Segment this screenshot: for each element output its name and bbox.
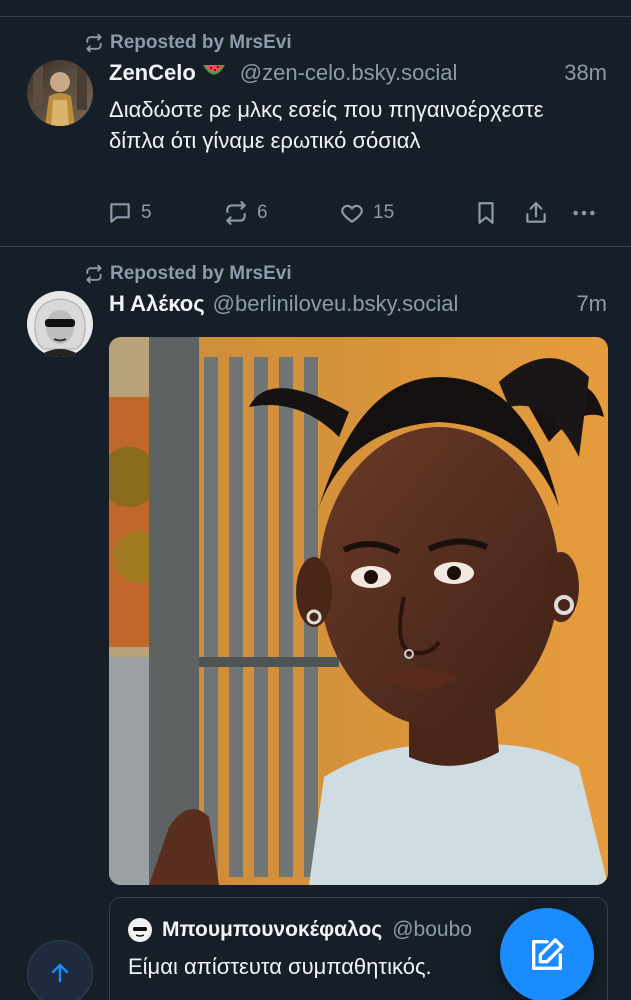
- like-button[interactable]: 15: [339, 199, 394, 227]
- share-button[interactable]: [523, 199, 549, 227]
- divider: [0, 16, 631, 17]
- feed-page: Reposted by MrsEvi ZenCelo @zen-celo.bsk…: [0, 0, 631, 1000]
- reply-button[interactable]: 5: [107, 199, 152, 227]
- quote-header: Μπουμπουνοκέφαλος @boubo: [128, 918, 472, 942]
- avatar[interactable]: [27, 291, 93, 357]
- repost-button[interactable]: 6: [223, 199, 268, 227]
- heart-icon: [341, 204, 363, 223]
- more-icon: [573, 210, 595, 216]
- reply-icon: [110, 203, 130, 223]
- repost-indicator[interactable]: Reposted by MrsEvi: [84, 31, 292, 55]
- divider: [0, 246, 631, 247]
- author-name[interactable]: Η Αλέκος: [109, 291, 205, 317]
- author-handle[interactable]: @berliniloveu.bsky.social: [213, 291, 565, 317]
- repost-label: Reposted by MrsEvi: [110, 32, 292, 53]
- avatar[interactable]: [27, 60, 93, 126]
- bookmark-button[interactable]: [473, 199, 499, 227]
- repost-icon: [86, 264, 102, 284]
- repost-icon: [226, 201, 246, 225]
- repost-label: Reposted by MrsEvi: [110, 263, 292, 284]
- more-button[interactable]: [571, 199, 597, 227]
- repost-count: 6: [257, 202, 268, 223]
- repost-indicator[interactable]: Reposted by MrsEvi: [84, 262, 292, 286]
- post-actions: 5 6 15: [107, 199, 607, 227]
- bookmark-icon: [478, 202, 494, 224]
- compose-icon: [532, 938, 564, 970]
- watermelon-icon: [202, 65, 225, 75]
- author-name[interactable]: ZenCelo: [109, 60, 196, 86]
- quote-author-name: Μπουμπουνοκέφαλος: [162, 918, 383, 941]
- share-icon: [526, 202, 546, 223]
- quote-author-handle: @boubo: [392, 918, 472, 941]
- post-time[interactable]: 7m: [576, 291, 607, 317]
- post-image[interactable]: [109, 337, 608, 885]
- reply-count: 5: [141, 202, 152, 223]
- like-count: 15: [373, 202, 395, 223]
- compose-button[interactable]: [500, 908, 594, 1000]
- quote-avatar[interactable]: [128, 918, 152, 942]
- post-header: ZenCelo @zen-celo.bsky.social 38m: [109, 60, 607, 90]
- post-header: Η Αλέκος @berliniloveu.bsky.social 7m: [109, 291, 607, 321]
- author-handle[interactable]: @zen-celo.bsky.social: [240, 60, 552, 86]
- post-text: Διαδώστε ρε μλκς εσείς που πηγαινοέρχεστ…: [109, 97, 544, 153]
- arrow-up-icon: [51, 963, 69, 983]
- scroll-to-top-button[interactable]: [27, 940, 93, 1000]
- repost-icon: [86, 33, 102, 53]
- post-time[interactable]: 38m: [564, 60, 607, 86]
- quote-text: Είμαι απίστευτα συμπαθητικός.: [128, 954, 432, 979]
